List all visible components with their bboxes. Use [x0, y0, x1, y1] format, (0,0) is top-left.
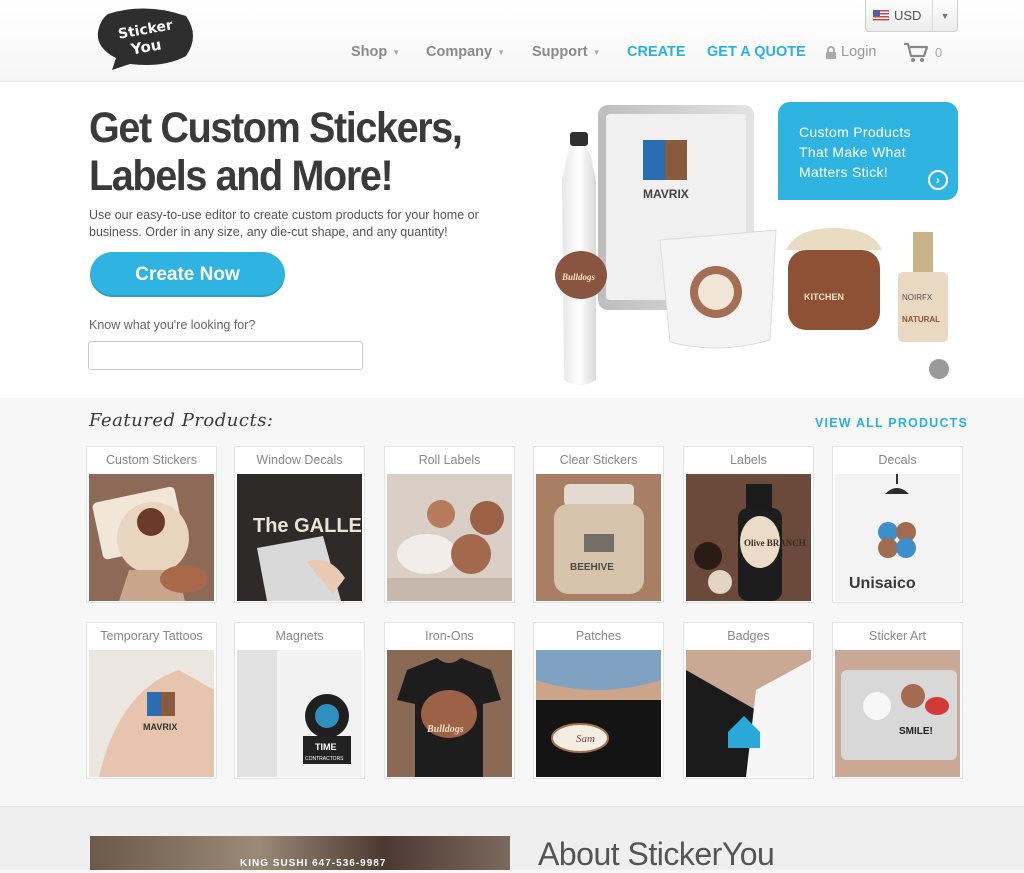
hero-title: Get Custom Stickers, Labels and More! — [89, 104, 463, 200]
currency-label: USD — [894, 8, 922, 23]
product-card-labels[interactable]: Labels Olive BRANCH — [683, 446, 814, 603]
img-mavrix-text: MAVRIX — [643, 187, 689, 201]
img-noirfx-text: NOIRFX — [902, 293, 933, 302]
cart-count: 0 — [935, 44, 943, 60]
product-card-custom-stickers[interactable]: Custom Stickers — [86, 446, 217, 603]
nav-quote-label: GET A QUOTE — [707, 44, 806, 60]
about-title: About StickerYou — [538, 836, 775, 872]
logo-text: Sticker You — [94, 8, 198, 70]
product-card-clear-stickers[interactable]: Clear Stickers BEEHIVE — [533, 446, 664, 603]
site-header: Sticker You USD ▼ Shop ▼ Company ▼ Support… — [0, 0, 1024, 82]
img-unisaico-text: Unisaico — [849, 575, 916, 592]
product-card-label: Sticker Art — [869, 629, 926, 643]
img-ironon-bulldogs-text: Bulldogs — [426, 724, 464, 735]
product-card-label: Iron-Ons — [425, 629, 474, 643]
nav-login-label: Login — [841, 44, 877, 60]
img-smile-text: SMILE! — [899, 726, 933, 737]
about-photo: KING SUSHI 647-536-9987 — [90, 836, 510, 870]
promo-banner[interactable]: Custom Products That Make What Matters S… — [778, 102, 958, 200]
product-image: The GALLERY — [237, 474, 362, 601]
product-image: SMILE! — [835, 650, 960, 777]
img-gallery-text: The GALLERY — [253, 515, 362, 537]
nav-company[interactable]: Company ▼ — [426, 41, 505, 63]
stickeryou-logo[interactable]: Sticker You — [94, 8, 198, 70]
chevron-down-icon: ▼ — [497, 47, 505, 57]
currency-select[interactable]: USD ▼ — [865, 0, 958, 32]
product-image — [387, 474, 512, 601]
arrow-right-icon: › — [928, 170, 948, 190]
product-card-sticker-art[interactable]: Sticker Art SMILE! — [832, 622, 963, 779]
product-card-label: Window Decals — [256, 453, 343, 467]
product-card-label: Patches — [575, 629, 622, 643]
product-image: BEEHIVE — [536, 474, 661, 601]
img-natural-text: NATURAL — [902, 315, 940, 324]
product-image: MAVRIX — [89, 650, 214, 777]
nav-login[interactable]: Login — [826, 41, 876, 63]
product-card-label: Badges — [727, 629, 770, 643]
us-flag-icon — [873, 10, 889, 21]
product-card-label: Labels — [730, 453, 767, 467]
nav-shop-label: Shop — [351, 44, 388, 60]
product-card-label: Custom Stickers — [106, 453, 197, 467]
nav-shop[interactable]: Shop ▼ — [351, 41, 400, 63]
chevron-down-icon: ▼ — [392, 47, 401, 57]
product-image: Sam — [536, 650, 661, 777]
nav-company-label: Company — [426, 44, 493, 60]
product-card-label: Decals — [878, 453, 917, 467]
img-olive-text: Olive BRANCH — [744, 538, 806, 548]
cart-icon — [904, 42, 929, 62]
hero-subtitle: Use our easy-to-use editor to create cus… — [89, 208, 479, 239]
product-card-roll-labels[interactable]: Roll Labels — [384, 446, 515, 603]
product-card-label: Temporary Tattoos — [100, 629, 203, 643]
nav-support-label: Support — [532, 44, 588, 60]
promo-text: Custom Products That Make What Matters S… — [799, 124, 911, 180]
slider-dot[interactable] — [929, 359, 949, 379]
product-search-input[interactable] — [88, 341, 363, 370]
product-card-label: Roll Labels — [418, 453, 481, 467]
nav-cart[interactable]: 0 — [903, 41, 942, 63]
img-bulldogs-text: Bulldogs — [561, 272, 596, 282]
img-kitchen-text: KITCHEN — [804, 292, 844, 302]
product-image — [89, 474, 214, 601]
img-tattoo-mavrix-text: MAVRIX — [143, 722, 177, 732]
product-card-iron-ons[interactable]: Iron-Ons Bulldogs — [384, 622, 515, 779]
product-card-temporary-tattoos[interactable]: Temporary Tattoos MAVRIX — [86, 622, 217, 779]
about-photo-text: KING SUSHI 647-536-9987 — [240, 858, 387, 869]
nav-support[interactable]: Support ▼ — [532, 41, 601, 63]
nav-get-a-quote[interactable]: GET A QUOTE — [707, 41, 806, 63]
view-all-products-link[interactable]: VIEW ALL PRODUCTS — [815, 416, 968, 430]
img-sam-text: Sam — [576, 733, 595, 745]
logo-line2: You — [129, 35, 163, 59]
img-contractors-text: CONTRACTORS — [305, 756, 344, 762]
img-time-text: TIME — [315, 742, 337, 752]
product-image: Unisaico — [835, 474, 960, 601]
product-image: TIME CONTRACTORS — [237, 650, 362, 777]
nav-create[interactable]: CREATE — [627, 41, 686, 63]
featured-products-title: Featured Products: — [89, 410, 274, 431]
lock-icon — [826, 45, 836, 59]
product-card-decals[interactable]: Decals Unisaico — [832, 446, 963, 603]
chevron-down-icon[interactable]: ▼ — [932, 0, 957, 31]
search-label: Know what you're looking for? — [89, 318, 256, 332]
create-now-button[interactable]: Create Now — [90, 252, 285, 297]
nav-create-label: CREATE — [627, 44, 686, 60]
product-card-patches[interactable]: Patches Sam — [533, 622, 664, 779]
product-card-label: Magnets — [275, 629, 324, 643]
img-beehive-text: BEEHIVE — [570, 562, 614, 573]
product-image — [686, 650, 811, 777]
product-card-magnets[interactable]: Magnets TIME CONTRACTORS — [234, 622, 365, 779]
product-card-label: Clear Stickers — [559, 453, 638, 467]
product-card-badges[interactable]: Badges — [683, 622, 814, 779]
product-card-window-decals[interactable]: Window Decals The GALLERY — [234, 446, 365, 603]
product-image: Olive BRANCH — [686, 474, 811, 601]
product-image: Bulldogs — [387, 650, 512, 777]
chevron-down-icon: ▼ — [592, 47, 601, 57]
